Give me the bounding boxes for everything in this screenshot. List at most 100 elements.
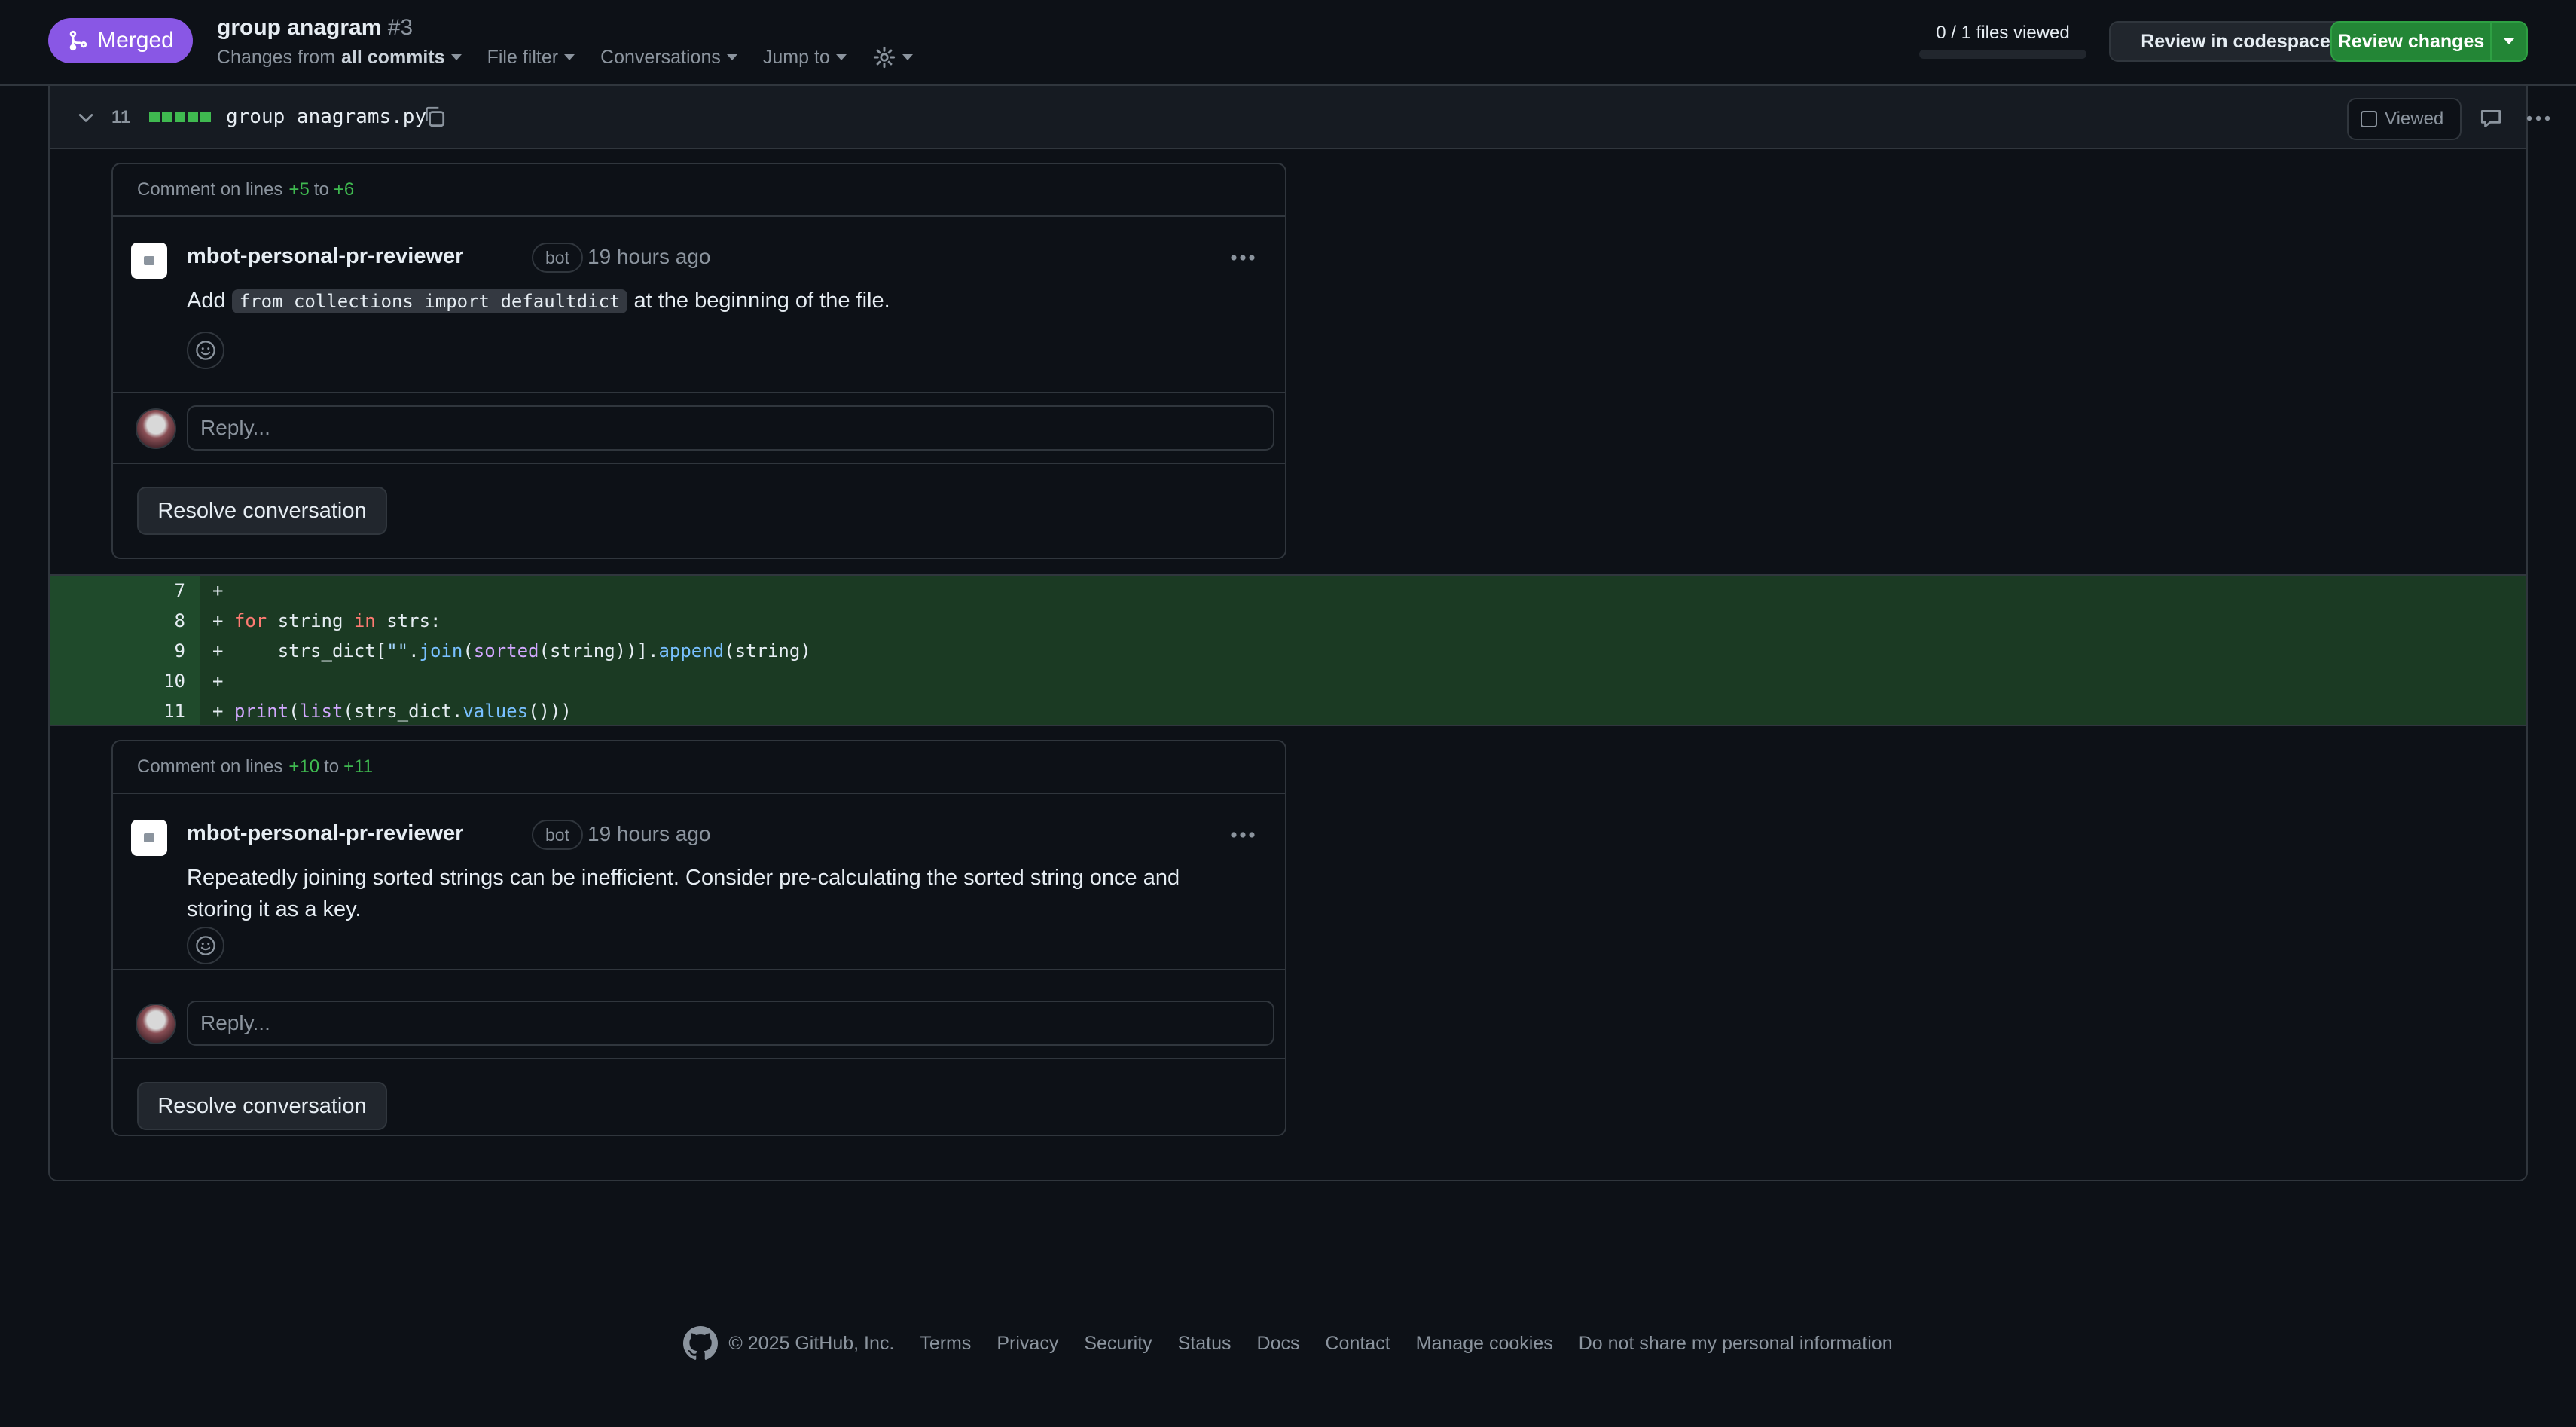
diff-code: +	[212, 671, 224, 692]
conversations-dropdown[interactable]: Conversations	[600, 45, 737, 69]
resolve-conversation-button[interactable]: Resolve conversation	[137, 487, 387, 535]
smiley-icon	[196, 936, 215, 955]
line-number[interactable]: 10	[50, 671, 185, 692]
thread-head-to: to	[324, 756, 340, 777]
file-filter-label: File filter	[487, 46, 559, 68]
diff-line[interactable]: 11 + print(list(strs_dict.values()))	[50, 696, 2526, 726]
viewed-checkbox[interactable]: Viewed	[2347, 98, 2462, 140]
review-thread: Comment on lines +5 to +6 mbot-personal-…	[111, 163, 1286, 559]
file-change-count: 11	[111, 107, 131, 127]
kebab-horizontal-icon[interactable]	[2525, 105, 2552, 131]
review-in-codespace-button[interactable]: Review in codespace	[2109, 21, 2362, 62]
pr-sticky-header: Merged group anagram #3 Changes from all…	[0, 0, 2576, 86]
review-thread: Comment on lines +10 to +11 mbot-persona…	[111, 740, 1286, 1136]
git-merge-icon	[69, 30, 87, 51]
thread-header: Comment on lines +5 to +6	[113, 164, 1285, 217]
diff-line[interactable]: 7 +	[50, 576, 2526, 606]
footer-link-status[interactable]: Status	[1178, 1333, 1232, 1355]
line-start-link[interactable]: +10	[288, 756, 319, 778]
thread-header: Comment on lines +10 to +11	[113, 741, 1285, 794]
user-avatar[interactable]	[136, 1004, 176, 1044]
add-reaction-button[interactable]	[187, 332, 224, 369]
comment-text-before: Add	[187, 289, 226, 313]
file-diff-container: 11 group_anagrams.py Viewed Comment on l…	[48, 86, 2550, 1181]
thread-head-prefix: Comment on lines	[137, 179, 283, 200]
review-changes-dropdown[interactable]	[2490, 23, 2526, 60]
reply-input[interactable]: Reply...	[187, 405, 1274, 451]
files-viewed-count: 0 / 1 files viewed	[1936, 23, 2070, 43]
bot-avatar[interactable]	[131, 243, 167, 279]
footer-link-terms[interactable]: Terms	[920, 1333, 971, 1355]
robot-icon	[144, 833, 154, 842]
comment-timestamp[interactable]: 19 hours ago	[588, 245, 710, 269]
diffstat-bar	[149, 112, 211, 122]
copy-icon[interactable]	[422, 104, 447, 130]
line-number[interactable]: 11	[50, 701, 185, 722]
jump-to-dropdown[interactable]: Jump to	[763, 45, 847, 69]
caret-down-icon	[2504, 38, 2514, 44]
footer-link-docs[interactable]: Docs	[1257, 1333, 1300, 1355]
changes-from-dropdown[interactable]: Changes from all commits	[217, 45, 462, 69]
footer-link-security[interactable]: Security	[1084, 1333, 1152, 1355]
diff-line[interactable]: 9 + strs_dict["".join(sorted(string))].a…	[50, 636, 2526, 666]
comment-text-after: at the beginning of the file.	[633, 289, 890, 313]
reply-input[interactable]: Reply...	[187, 1001, 1274, 1046]
checkbox-icon	[2361, 111, 2377, 127]
diff-line[interactable]: 10 +	[50, 666, 2526, 696]
caret-down-icon	[835, 54, 847, 60]
pr-title: group anagram #3	[217, 15, 413, 41]
kebab-horizontal-icon[interactable]	[1228, 247, 1258, 268]
footer-link-contact[interactable]: Contact	[1326, 1333, 1390, 1355]
line-number[interactable]: 9	[50, 640, 185, 662]
merged-label: Merged	[97, 28, 174, 53]
diffstat-block	[188, 112, 198, 122]
user-avatar[interactable]	[136, 408, 176, 449]
line-start-link[interactable]: +5	[288, 179, 309, 200]
merged-status-badge: Merged	[48, 18, 193, 63]
add-reaction-button[interactable]	[187, 927, 224, 964]
footer-link-privacy[interactable]: Privacy	[997, 1333, 1058, 1355]
github-logo-icon[interactable]	[683, 1326, 719, 1361]
file-filter-dropdown[interactable]: File filter	[487, 45, 575, 69]
robot-icon	[144, 256, 154, 265]
file-header: 11 group_anagrams.py Viewed	[50, 86, 2550, 149]
diff-code: + print(list(strs_dict.values()))	[212, 701, 572, 722]
inline-code: from collections import defaultdict	[231, 289, 628, 313]
changes-from-value: all commits	[341, 46, 445, 68]
footer-link-do-not-share[interactable]: Do not share my personal information	[1579, 1333, 1893, 1355]
diff-added-lines: 7 + 8 + for string in strs: 9 + strs_dic…	[50, 574, 2526, 726]
comment-author[interactable]: mbot-personal-pr-reviewer	[187, 244, 463, 269]
review-changes-button-group: Review changes	[2330, 21, 2528, 62]
changes-from-prefix: Changes from	[217, 46, 336, 68]
diff-line[interactable]: 8 + for string in strs:	[50, 606, 2526, 636]
pr-number: #3	[387, 15, 414, 40]
diff-code: + for string in strs:	[212, 610, 441, 631]
resolve-conversation-button[interactable]: Resolve conversation	[137, 1082, 387, 1130]
reply-row: Reply...	[113, 393, 1285, 464]
diff-settings-dropdown[interactable]	[872, 45, 913, 69]
file-name[interactable]: group_anagrams.py	[226, 105, 426, 128]
comment-timestamp[interactable]: 19 hours ago	[588, 822, 710, 846]
diffstat-block	[175, 112, 185, 122]
chevron-down-icon[interactable]	[75, 107, 96, 128]
reply-row: Reply...	[113, 989, 1285, 1059]
gear-icon	[873, 46, 895, 69]
line-end-link[interactable]: +11	[343, 756, 373, 778]
line-number[interactable]: 8	[50, 610, 185, 631]
kebab-horizontal-icon[interactable]	[1228, 824, 1258, 845]
site-footer: © 2025 GitHub, Inc. Terms Privacy Securi…	[0, 1326, 2576, 1361]
diff-code: + strs_dict["".join(sorted(string))].app…	[212, 640, 811, 662]
copyright-text: © 2025 GitHub, Inc.	[728, 1332, 895, 1354]
comment-author[interactable]: mbot-personal-pr-reviewer	[187, 821, 463, 846]
caret-down-icon	[726, 54, 737, 60]
comment-body: Add from collections import defaultdict …	[187, 285, 1226, 317]
comment-icon[interactable]	[2478, 105, 2504, 131]
footer-link-manage-cookies[interactable]: Manage cookies	[1416, 1333, 1553, 1355]
line-number[interactable]: 7	[50, 580, 185, 601]
line-end-link[interactable]: +6	[334, 179, 354, 200]
review-changes-button[interactable]: Review changes	[2332, 23, 2490, 60]
bot-avatar[interactable]	[131, 820, 167, 856]
diffstat-block	[200, 112, 211, 122]
bot-badge: bot	[532, 820, 583, 850]
viewed-label: Viewed	[2385, 108, 2444, 129]
